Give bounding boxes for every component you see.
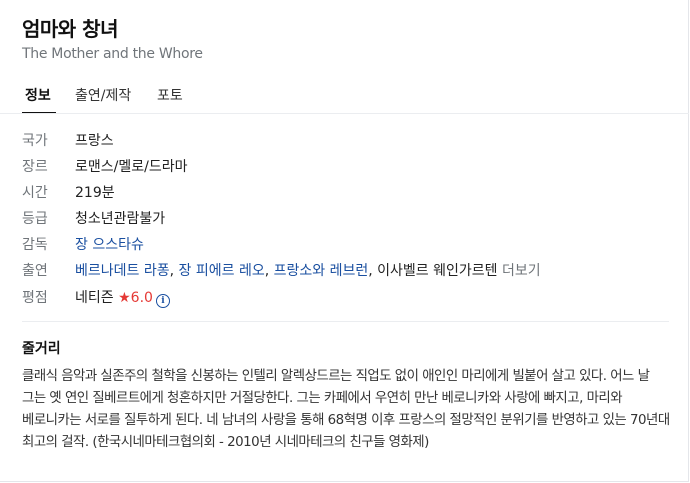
- score-source: 네티즌: [75, 290, 114, 306]
- movie-info-card: 엄마와 창녀 The Mother and the Whore 정보 출연/제작…: [0, 0, 689, 482]
- info-row-score: 평점 네티즌 ★6.0 i: [22, 287, 170, 308]
- score-value: 6.0: [130, 290, 153, 306]
- runtime-label: 시간: [22, 185, 48, 201]
- cast-separator: ,: [368, 263, 378, 279]
- director-label: 감독: [22, 237, 48, 253]
- genre-value: 로맨스/멜로/드라마: [75, 159, 188, 175]
- cast-label: 출연: [22, 263, 48, 279]
- info-row-country: 국가 프랑스: [22, 130, 114, 150]
- synopsis-heading: 줄거리: [22, 341, 61, 357]
- info-icon[interactable]: i: [155, 294, 170, 308]
- info-row-rating-class: 등급 청소년관람불가: [22, 208, 165, 228]
- rating-class-label: 등급: [22, 211, 48, 227]
- movie-original-title: The Mother and the Whore: [22, 46, 203, 62]
- score-label: 평점: [22, 290, 48, 306]
- country-label: 국가: [22, 133, 48, 149]
- rating-class-value: 청소년관람불가: [75, 211, 166, 227]
- director-link[interactable]: 장 으스타슈: [75, 237, 144, 253]
- cast-link[interactable]: 베르나데트 라퐁: [75, 263, 170, 279]
- tabs-divider: [0, 113, 689, 114]
- country-value: 프랑스: [75, 133, 114, 149]
- cast-link[interactable]: 프랑소와 레브런: [274, 263, 369, 279]
- cast-separator: ,: [264, 263, 274, 279]
- info-row-runtime: 시간 219분: [22, 182, 115, 202]
- tab-photo[interactable]: 포토: [157, 85, 183, 105]
- movie-title: 엄마와 창녀: [22, 17, 118, 41]
- info-row-cast: 출연 베르나데트 라퐁, 장 피에르 레오, 프랑소와 레브런, 이사벨르 웨인가…: [22, 260, 541, 280]
- cast-more-button[interactable]: 더보기: [502, 263, 541, 279]
- runtime-value: 219분: [75, 185, 115, 201]
- section-divider: [22, 321, 669, 322]
- tab-info[interactable]: 정보: [25, 85, 51, 105]
- tab-cast-crew[interactable]: 출연/제작: [75, 85, 131, 105]
- tab-bar: 정보 출연/제작 포토: [0, 76, 688, 114]
- star-icon: ★: [118, 290, 131, 306]
- genre-label: 장르: [22, 159, 48, 175]
- synopsis-text: 클래식 음악과 실존주의 철학을 신봉하는 인텔리 알렉상드르는 직업도 없이 …: [22, 369, 670, 450]
- info-row-director: 감독 장 으스타슈: [22, 234, 144, 254]
- cast-name: 이사벨르 웨인가르텐: [377, 263, 498, 279]
- cast-link[interactable]: 장 피에르 레오: [179, 263, 265, 279]
- cast-separator: ,: [169, 263, 179, 279]
- info-row-genre: 장르 로맨스/멜로/드라마: [22, 156, 187, 176]
